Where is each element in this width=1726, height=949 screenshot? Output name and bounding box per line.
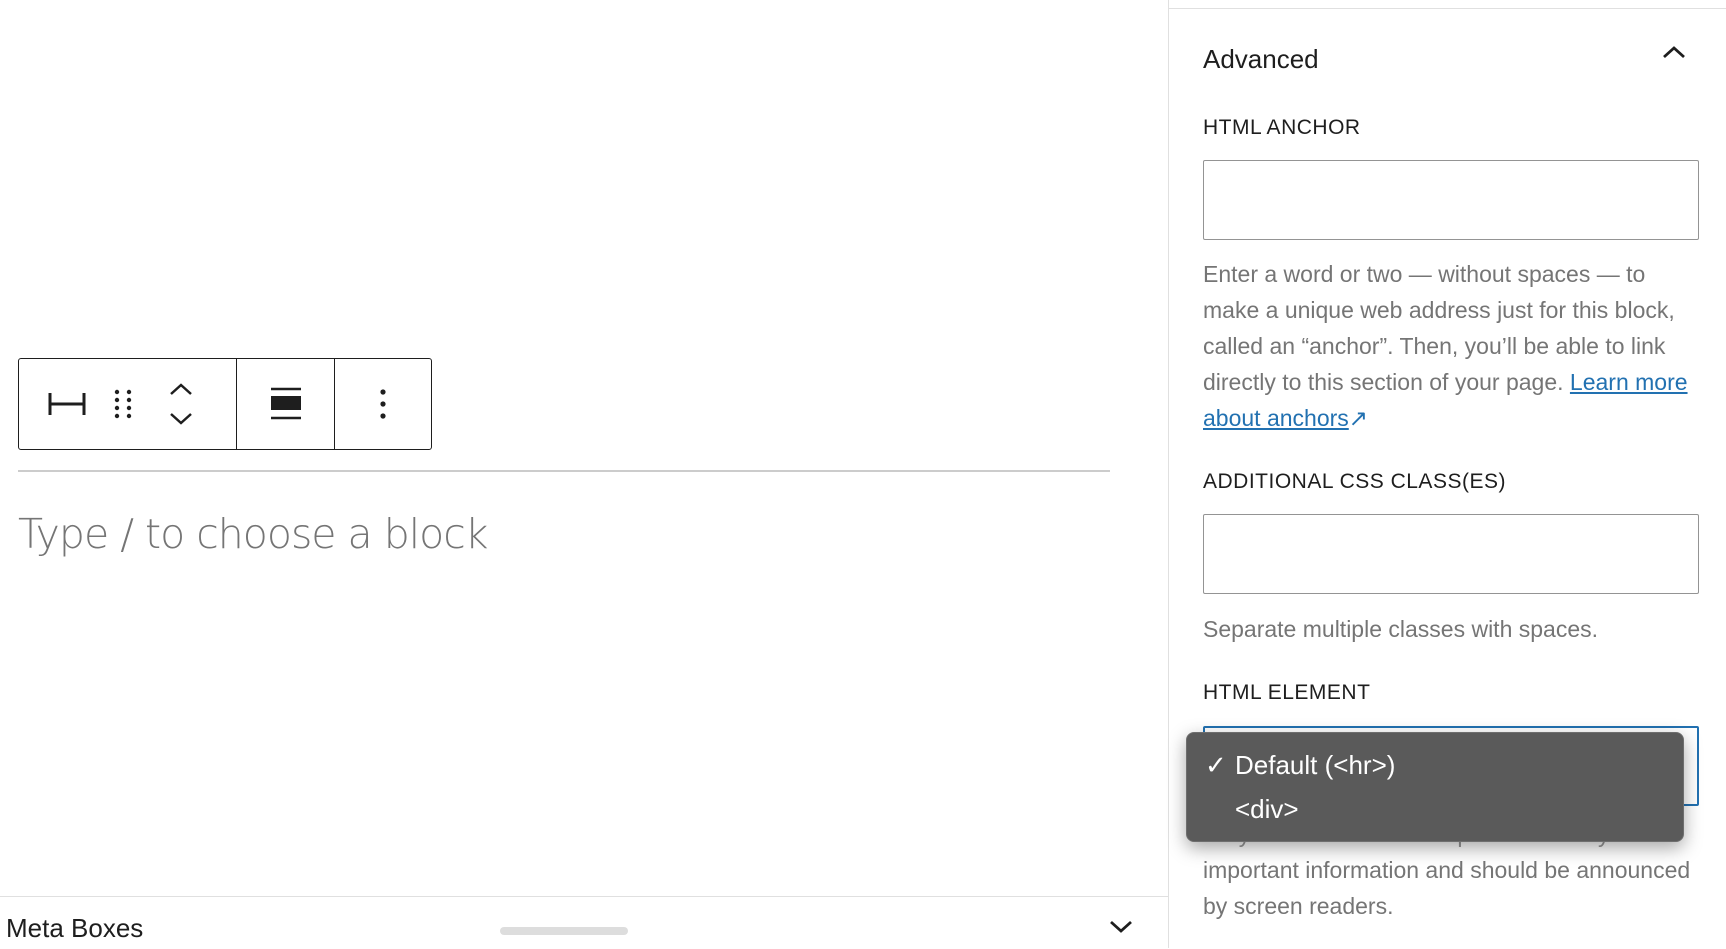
move-up-button[interactable]: [161, 374, 201, 404]
editor-canvas: Type / to choose a block Meta Boxes: [0, 0, 1168, 949]
html-element-help-rest: important information and should be anno…: [1203, 857, 1691, 919]
html-element-label: HTML ELEMENT: [1203, 681, 1371, 704]
css-classes-input[interactable]: [1203, 514, 1699, 594]
css-classes-help: Separate multiple classes with spaces.: [1203, 616, 1599, 642]
meta-boxes-bar: Meta Boxes: [0, 896, 1168, 949]
chevron-down-icon: [1110, 920, 1132, 933]
move-down-button[interactable]: [161, 404, 201, 434]
html-anchor-label: HTML ANCHOR: [1203, 116, 1361, 139]
drag-handle-button[interactable]: [101, 382, 145, 426]
move-up-icon: [170, 383, 192, 395]
html-anchor-input[interactable]: [1203, 160, 1699, 240]
meta-boxes-title[interactable]: Meta Boxes: [6, 913, 143, 944]
meta-boxes-toggle[interactable]: [1108, 919, 1134, 940]
block-toolbar: [18, 358, 432, 450]
toolbar-group-align: [237, 359, 335, 449]
chevron-up-icon: [1663, 46, 1685, 59]
option-label: Default (<hr>): [1235, 750, 1396, 780]
more-options-button[interactable]: [361, 380, 405, 428]
resize-handle[interactable]: [500, 927, 628, 935]
block-type-button[interactable]: [45, 382, 89, 426]
option-div[interactable]: <div>: [1187, 787, 1683, 831]
checkmark-icon: ✓: [1205, 750, 1227, 780]
toolbar-group-options: [335, 359, 431, 449]
css-classes-label: ADDITIONAL CSS CLASS(ES): [1203, 470, 1506, 493]
option-label: <div>: [1235, 794, 1299, 824]
external-link-icon: ↗: [1348, 405, 1369, 431]
more-options-icon: [380, 389, 386, 419]
html-anchor-help: Enter a word or two — without spaces — t…: [1203, 256, 1703, 436]
sidebar-divider: [1169, 8, 1726, 9]
block-mover: [161, 374, 201, 434]
html-element-dropdown: ✓ Default (<hr>) <div>: [1186, 732, 1684, 842]
block-appender-placeholder[interactable]: Type / to choose a block: [18, 510, 489, 558]
align-wide-icon: [270, 387, 301, 420]
advanced-panel-title[interactable]: Advanced: [1203, 44, 1319, 75]
drag-handle-icon: [114, 389, 132, 419]
separator-block-icon: [48, 393, 86, 415]
option-default-hr[interactable]: ✓ Default (<hr>): [1187, 743, 1683, 787]
toolbar-group-block: [19, 359, 237, 449]
align-button[interactable]: [262, 380, 310, 428]
move-down-icon: [170, 413, 192, 425]
advanced-panel-toggle[interactable]: [1661, 44, 1687, 65]
separator-block[interactable]: [18, 470, 1110, 472]
